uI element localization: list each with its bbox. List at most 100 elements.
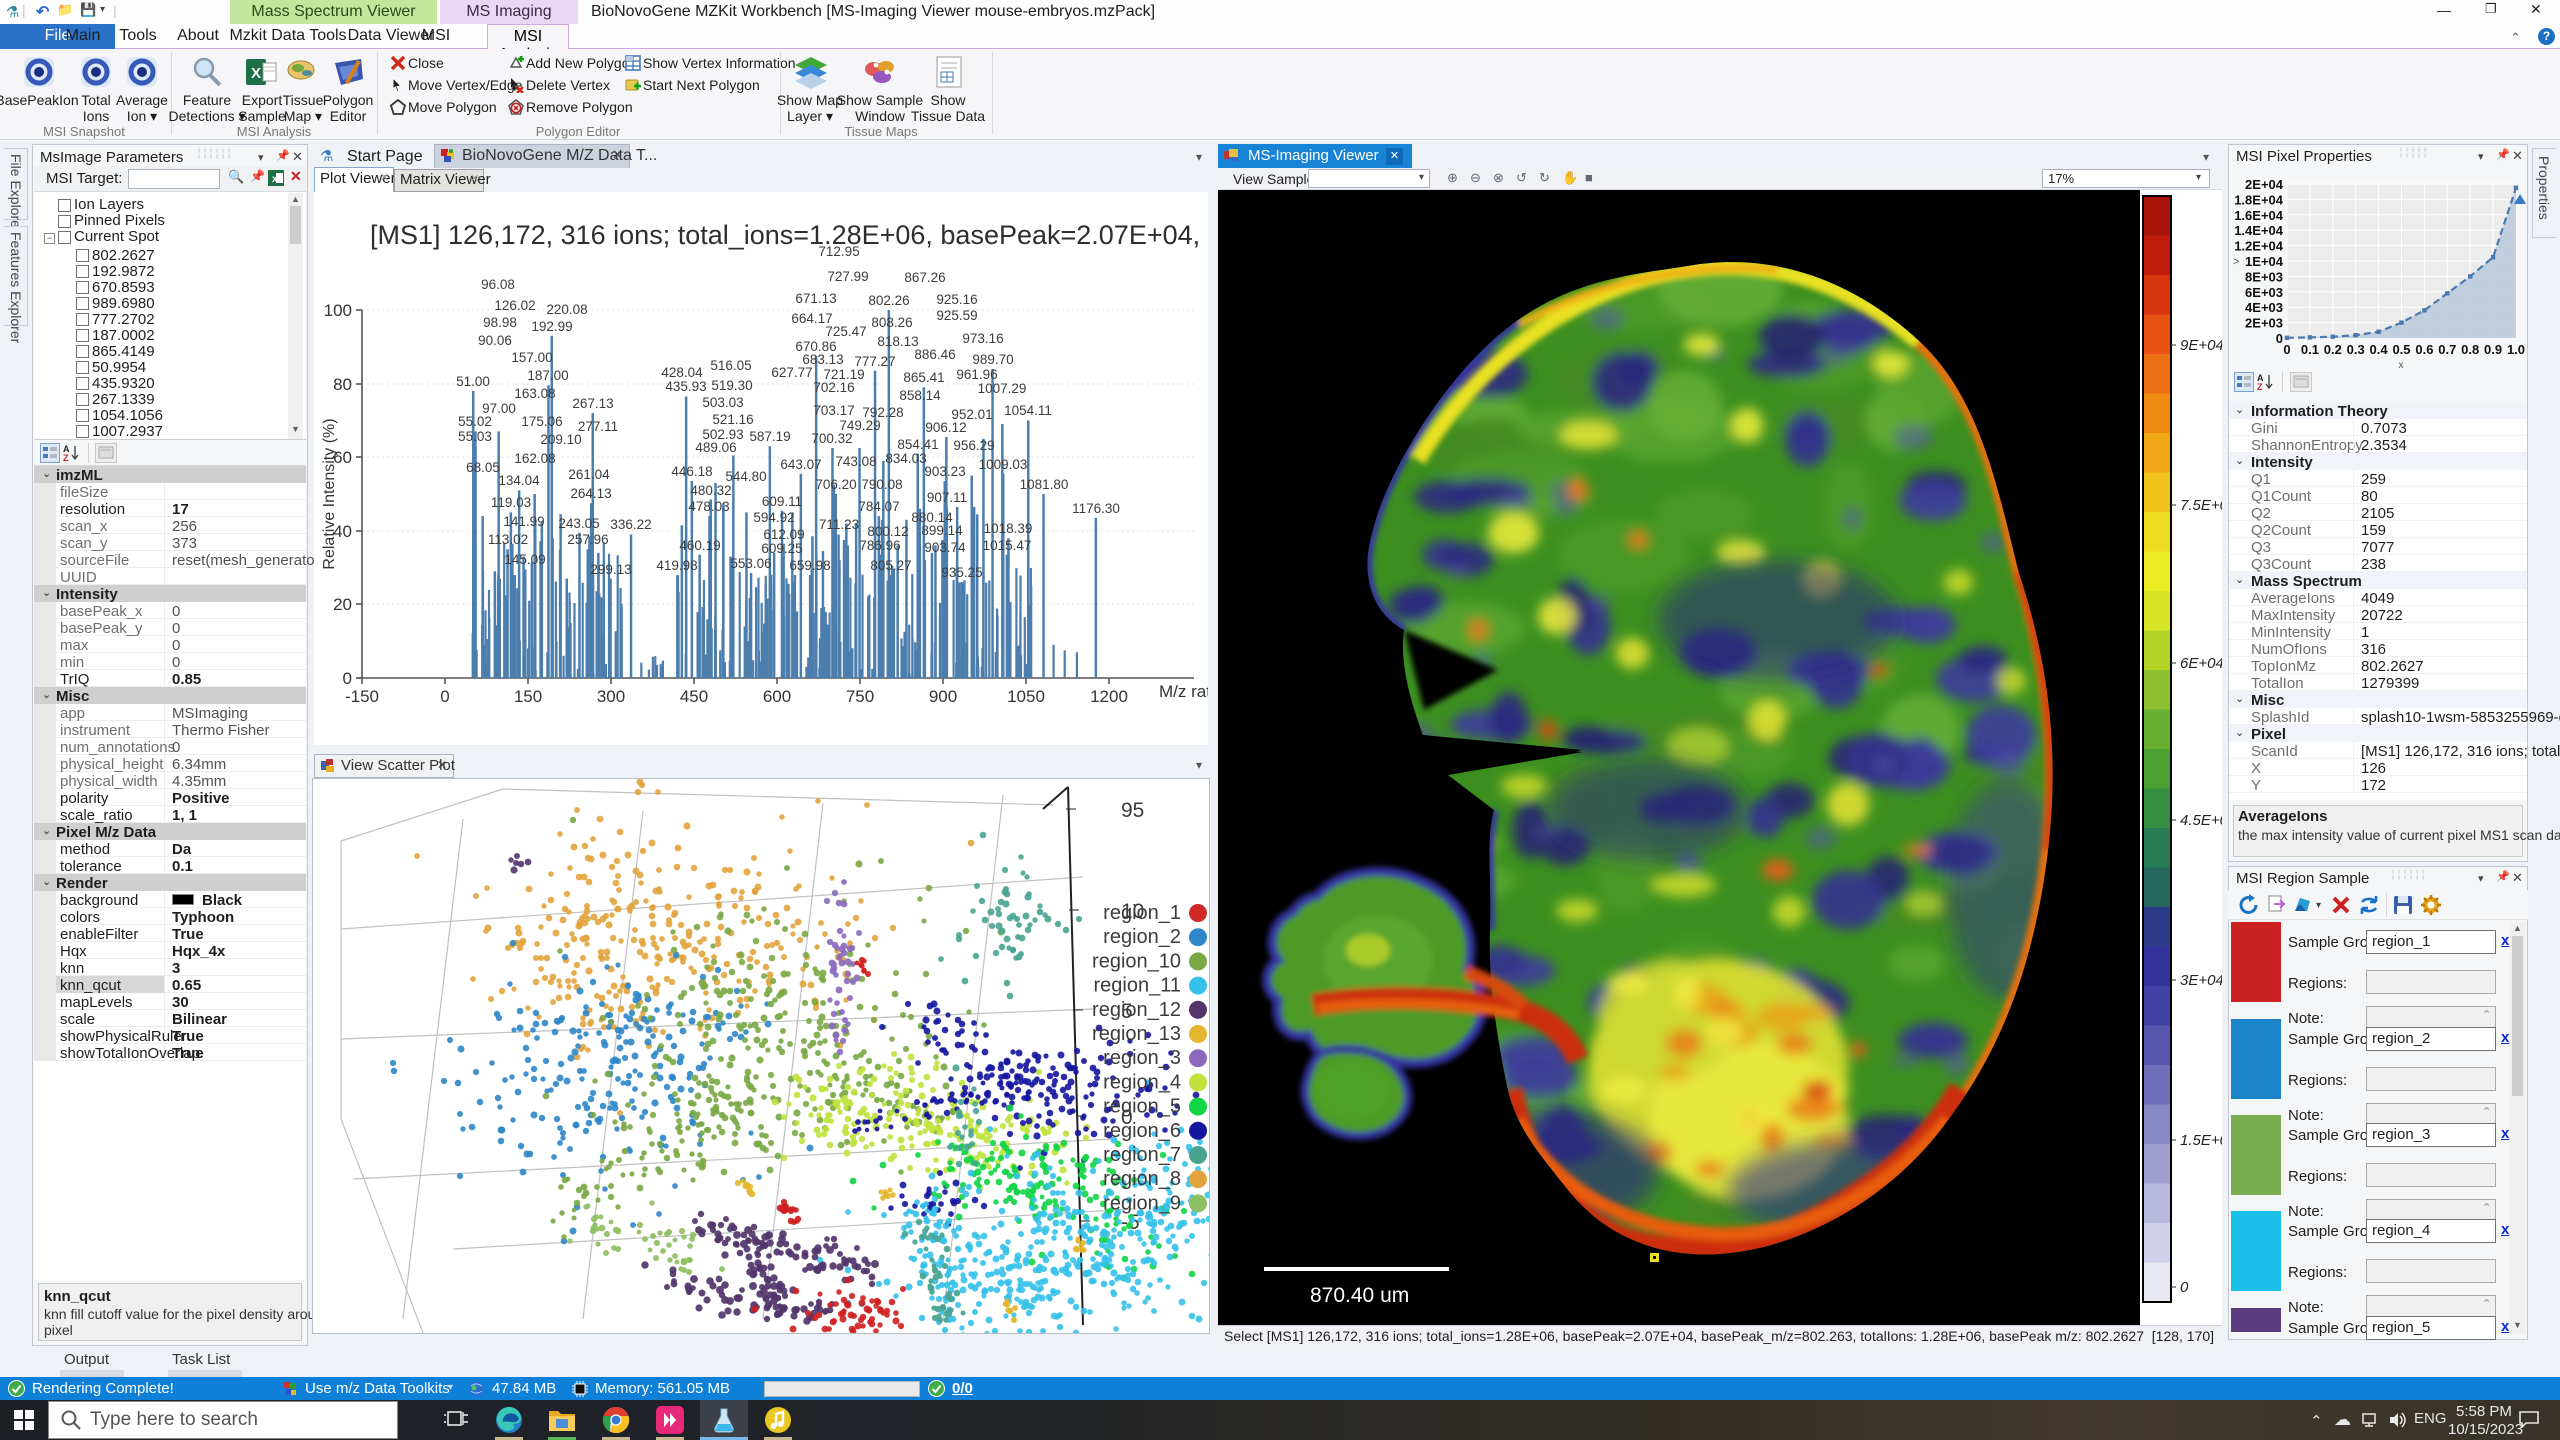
svg-text:553.06: 553.06 (730, 556, 771, 571)
svg-text:region_4: region_4 (1103, 1071, 1181, 1093)
svg-text:1.4E+04: 1.4E+04 (2234, 223, 2284, 238)
svg-text:257.96: 257.96 (567, 532, 608, 547)
svg-text:834.03: 834.03 (885, 451, 926, 466)
svg-text:1054.11: 1054.11 (1004, 403, 1052, 418)
svg-text:1.2E+04: 1.2E+04 (2234, 239, 2284, 254)
svg-text:x: x (2399, 360, 2404, 370)
svg-text:98.98: 98.98 (483, 315, 517, 330)
svg-text:900: 900 (929, 687, 957, 706)
svg-text:4.5E+04: 4.5E+04 (2180, 812, 2222, 829)
svg-text:1.8E+04: 1.8E+04 (2234, 192, 2284, 207)
svg-text:519.30: 519.30 (711, 378, 752, 393)
svg-text:0.4: 0.4 (2370, 342, 2389, 357)
svg-text:68.05: 68.05 (466, 460, 500, 475)
svg-text:1009.03: 1009.03 (979, 457, 1028, 472)
svg-text:95: 95 (1121, 799, 1144, 822)
svg-text:Relative Intensity (%): Relative Intensity (%) (321, 418, 338, 569)
svg-text:187.00: 187.00 (527, 368, 568, 383)
svg-text:Z: Z (2257, 382, 2263, 392)
svg-text:818.13: 818.13 (877, 334, 918, 349)
svg-text:0.1: 0.1 (2301, 342, 2319, 357)
svg-text:209.10: 209.10 (540, 432, 581, 447)
svg-text:1018.39: 1018.39 (984, 521, 1033, 536)
svg-text:157.00: 157.00 (511, 350, 552, 365)
svg-text:90.06: 90.06 (478, 333, 512, 348)
svg-text:703.17: 703.17 (813, 403, 854, 418)
svg-text:0.7: 0.7 (2438, 342, 2456, 357)
svg-text:9E+04: 9E+04 (2180, 337, 2222, 354)
svg-text:961.96: 961.96 (956, 367, 997, 382)
svg-text:region_6: region_6 (1103, 1120, 1181, 1142)
svg-text:55.02: 55.02 (458, 414, 492, 429)
svg-text:region_9: region_9 (1103, 1192, 1181, 1214)
svg-text:175.06: 175.06 (521, 414, 562, 429)
svg-text:0: 0 (2276, 331, 2283, 346)
svg-text:907.11: 907.11 (927, 490, 967, 505)
svg-text:55.03: 55.03 (458, 429, 492, 444)
svg-text:702.16: 702.16 (813, 380, 854, 395)
svg-text:192.99: 192.99 (531, 319, 572, 334)
svg-text:478.03: 478.03 (688, 499, 729, 514)
svg-text:150: 150 (514, 687, 542, 706)
svg-text:4E+03: 4E+03 (2245, 300, 2283, 315)
svg-text:220.08: 220.08 (546, 302, 587, 317)
svg-text:2E+04: 2E+04 (2245, 177, 2284, 192)
svg-text:865.41: 865.41 (903, 370, 944, 385)
svg-text:935.25: 935.25 (941, 565, 982, 580)
svg-text:x: x (272, 174, 278, 185)
svg-text:683.13: 683.13 (802, 352, 843, 367)
svg-text:126.02: 126.02 (494, 298, 535, 313)
svg-text:502.93: 502.93 (702, 427, 743, 442)
svg-text:[MS1] 126,172, 316 ions; total: [MS1] 126,172, 316 ions; total_ions=1.28… (370, 220, 1208, 250)
svg-text:600: 600 (763, 687, 791, 706)
svg-text:544.80: 544.80 (725, 469, 766, 484)
svg-text:956.29: 956.29 (953, 438, 994, 453)
svg-text:792.28: 792.28 (862, 405, 903, 420)
svg-text:113.02: 113.02 (488, 532, 528, 547)
svg-text:0: 0 (2180, 1279, 2189, 1296)
svg-text:612.09: 612.09 (763, 527, 804, 542)
svg-text:711.23: 711.23 (819, 517, 859, 532)
svg-text:627.77: 627.77 (771, 365, 812, 380)
svg-text:450: 450 (680, 687, 708, 706)
svg-text:336.22: 336.22 (610, 517, 651, 532)
svg-text:671.13: 671.13 (795, 291, 836, 306)
svg-text:region_13: region_13 (1092, 1023, 1181, 1045)
svg-text:858.14: 858.14 (899, 388, 941, 403)
svg-text:141.99: 141.99 (503, 514, 544, 529)
svg-text:1.0: 1.0 (2507, 342, 2525, 357)
svg-text:790.08: 790.08 (861, 477, 902, 492)
svg-text:706.20: 706.20 (815, 477, 856, 492)
svg-text:867.26: 867.26 (904, 270, 945, 285)
svg-text:96.08: 96.08 (481, 277, 515, 292)
svg-text:925.16: 925.16 (936, 292, 977, 307)
svg-text:989.70: 989.70 (972, 352, 1013, 367)
svg-text:243.05: 243.05 (558, 516, 599, 531)
svg-text:800.12: 800.12 (867, 524, 908, 539)
svg-text:region_12: region_12 (1092, 999, 1181, 1021)
svg-text:0.8: 0.8 (2461, 342, 2479, 357)
svg-text:region_10: region_10 (1092, 950, 1181, 972)
svg-text:0: 0 (440, 687, 449, 706)
svg-text:1.6E+04: 1.6E+04 (2234, 208, 2284, 223)
svg-text:609.11: 609.11 (762, 494, 802, 509)
svg-text:952.01: 952.01 (951, 407, 992, 422)
svg-text:1081.80: 1081.80 (1020, 477, 1069, 492)
svg-text:299.13: 299.13 (590, 562, 631, 577)
svg-text:727.99: 727.99 (827, 269, 868, 284)
svg-text:750: 750 (846, 687, 874, 706)
svg-text:region_11: region_11 (1094, 975, 1181, 997)
svg-text:162.08: 162.08 (514, 451, 555, 466)
svg-text:659.98: 659.98 (789, 558, 830, 573)
svg-text:880.14: 880.14 (911, 510, 953, 525)
svg-text:784.07: 784.07 (858, 499, 899, 514)
svg-text:503.03: 503.03 (702, 395, 743, 410)
svg-text:435.93: 435.93 (665, 379, 706, 394)
svg-text:712.95: 712.95 (818, 244, 859, 259)
svg-text:100: 100 (324, 301, 352, 320)
svg-text:97.00: 97.00 (482, 401, 516, 416)
svg-text:903.23: 903.23 (924, 464, 965, 479)
svg-text:Z: Z (63, 453, 69, 463)
svg-text:267.13: 267.13 (572, 396, 613, 411)
svg-text:899.14: 899.14 (921, 523, 963, 538)
